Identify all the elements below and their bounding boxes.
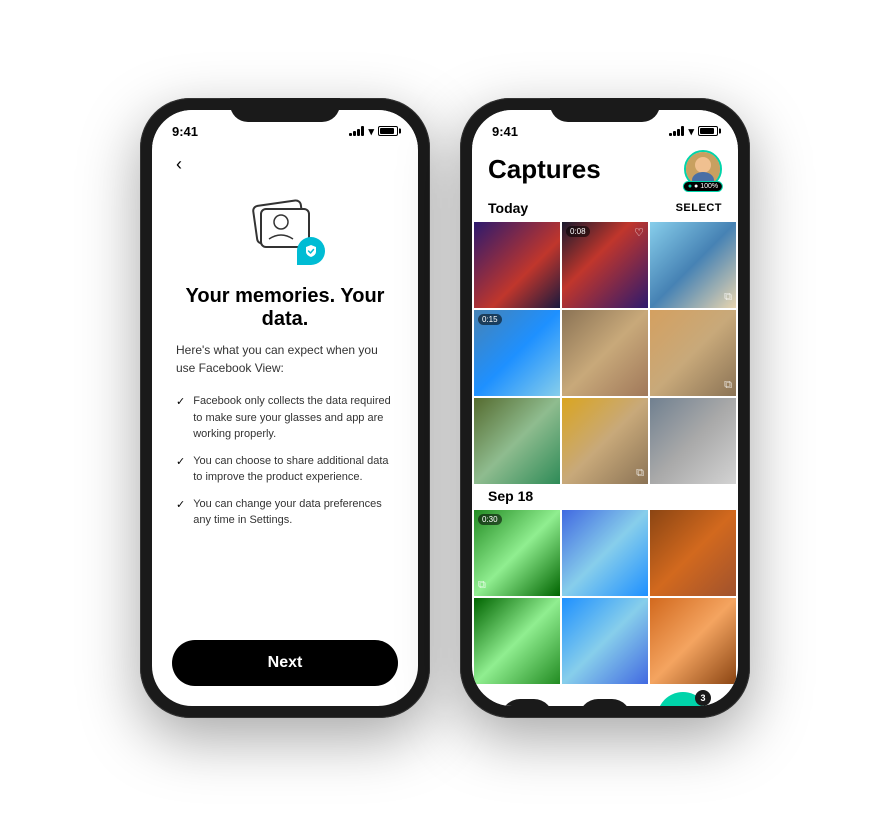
copy-icon-3: ⧉ [636,467,644,480]
signal-bar-r3 [677,129,680,136]
right-phone: 9:41 ▾ Captures [460,98,750,718]
bottom-tabs: All ♡ ⬇ 3 [472,684,738,706]
status-time-left: 9:41 [172,124,198,139]
captures-content: Captures ● ● 100% [472,146,738,706]
copy-icon-4: ⧉ [478,579,486,592]
download-badge: 3 [695,690,711,706]
wifi-icon: ▾ [368,125,374,138]
today-section-header: Today SELECT [472,196,738,222]
status-time-right: 9:41 [492,124,518,139]
photo-cell-4[interactable]: 0:15 [474,310,560,396]
signal-bar-r4 [681,126,684,136]
battery-fill-right [700,128,714,134]
photo-cell-12[interactable] [650,510,736,596]
privacy-point-text-2: You can choose to share additional data … [193,453,394,486]
shield-badge-icon [297,237,325,265]
download-tab[interactable]: ⬇ 3 [657,692,709,706]
photo-9 [650,398,736,484]
heart-tab[interactable]: ♡ [579,699,631,706]
battery-icon [378,126,398,136]
signal-bar-2 [353,131,356,136]
privacy-point-text-3: You can change your data preferences any… [193,496,394,529]
status-icons-right: ▾ [669,125,718,138]
back-arrow[interactable]: ‹ [176,154,182,175]
photo-6 [650,310,736,396]
check-icon-3: ✓ [176,497,185,514]
all-tab[interactable]: All [501,699,553,706]
video-duration-1: 0:08 [566,226,590,237]
photo-cell-9[interactable] [650,398,736,484]
privacy-title: Your memories. Your data. [176,285,394,331]
photo-cell-11[interactable] [562,510,648,596]
captures-title: Captures [488,154,601,185]
signal-bars-right [669,126,684,136]
privacy-icon-area [176,195,394,265]
privacy-icon [245,195,325,265]
status-icons-left: ▾ [349,125,398,138]
privacy-point-text-1: Facebook only collects the data required… [193,393,394,443]
sep18-section-header: Sep 18 [472,484,738,510]
battery-fill [380,128,394,134]
photo-3 [650,222,736,308]
photo-13 [474,598,560,684]
copy-icon-1: ⧉ [724,291,732,304]
wifi-icon-right: ▾ [688,125,694,138]
video-duration-2: 0:15 [478,314,502,325]
today-label: Today [488,200,528,216]
check-icon-2: ✓ [176,454,185,471]
photo-8 [562,398,648,484]
today-photo-grid: 0:08 ♡ ⧉ 0:15 ⧉ [472,222,738,484]
privacy-point-2: ✓ You can choose to share additional dat… [176,453,394,486]
next-button[interactable]: Next [172,640,398,686]
sep18-photo-grid: 0:30 ⧉ [472,510,738,684]
signal-bar-1 [349,133,352,136]
photo-cell-3[interactable]: ⧉ [650,222,736,308]
photo-5 [562,310,648,396]
photo-1 [474,222,560,308]
notch-right [550,98,660,122]
photo-cell-8[interactable]: ⧉ [562,398,648,484]
check-icon-1: ✓ [176,394,185,411]
photo-cell-6[interactable]: ⧉ [650,310,736,396]
heart-icon-1: ♡ [634,226,644,239]
photo-15 [650,598,736,684]
photo-11 [562,510,648,596]
privacy-point-3: ✓ You can change your data preferences a… [176,496,394,529]
privacy-subtitle: Here's what you can expect when you use … [176,341,394,377]
select-button[interactable]: SELECT [676,202,722,214]
signal-bars [349,126,364,136]
photo-cell-15[interactable] [650,598,736,684]
battery-icon-right [698,126,718,136]
privacy-point-1: ✓ Facebook only collects the data requir… [176,393,394,443]
copy-icon-2: ⧉ [724,379,732,392]
photo-cell-10[interactable]: 0:30 ⧉ [474,510,560,596]
photo-cell-14[interactable] [562,598,648,684]
signal-bar-r2 [673,131,676,136]
avatar-container: ● ● 100% [684,150,722,188]
notch [230,98,340,122]
avatar-percentage: ● ● 100% [683,181,723,192]
privacy-points: ✓ Facebook only collects the data requir… [176,393,394,539]
left-phone: 9:41 ▾ ‹ [140,98,430,718]
photo-cell-2[interactable]: 0:08 ♡ [562,222,648,308]
photo-cell-13[interactable] [474,598,560,684]
signal-bar-3 [357,129,360,136]
captures-header: Captures ● ● 100% [472,146,738,196]
photo-7 [474,398,560,484]
signal-bar-4 [361,126,364,136]
video-duration-3: 0:30 [478,514,502,525]
privacy-content: ‹ [152,146,418,640]
photo-12 [650,510,736,596]
photo-14 [562,598,648,684]
photo-cell-5[interactable] [562,310,648,396]
photo-cell-7[interactable] [474,398,560,484]
sep18-label: Sep 18 [488,488,533,504]
signal-bar-r1 [669,133,672,136]
photo-cell-1[interactable] [474,222,560,308]
next-button-area: Next [152,640,418,706]
